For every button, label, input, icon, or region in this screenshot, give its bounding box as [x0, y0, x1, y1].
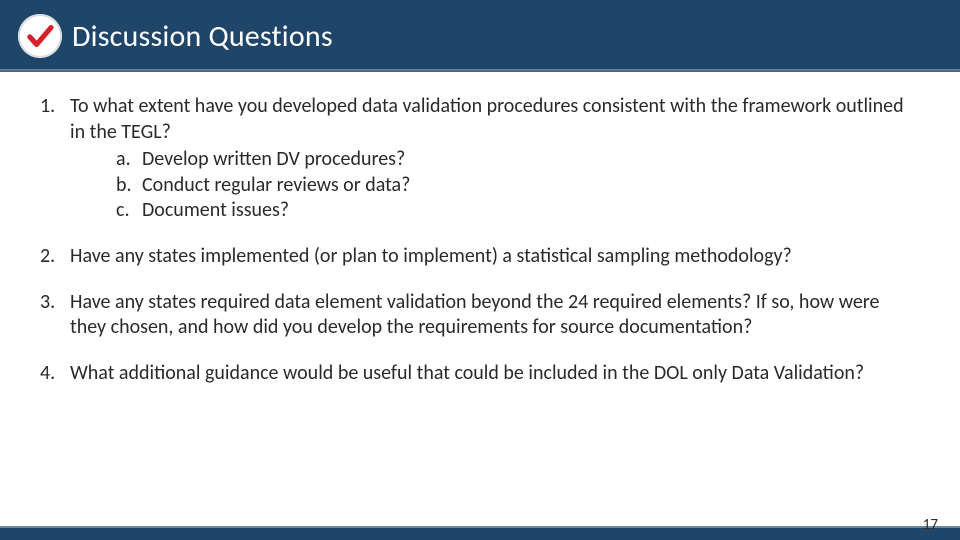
question-item: Have any states required data element va…	[40, 290, 920, 341]
slide-header: Discussion Questions	[0, 0, 960, 72]
sub-list: Develop written DV procedures? Conduct r…	[70, 147, 920, 224]
page-number: 17	[923, 516, 938, 534]
sub-item: Conduct regular reviews or data?	[116, 173, 920, 199]
question-text: Have any states implemented (or plan to …	[70, 244, 792, 268]
sub-item: Develop written DV procedures?	[116, 147, 920, 173]
question-text: Have any states required data element va…	[70, 290, 879, 340]
slide-body: To what extent have you developed data v…	[0, 72, 960, 526]
question-item: What additional guidance would be useful…	[40, 361, 920, 387]
slide-title: Discussion Questions	[72, 18, 333, 55]
slide: Discussion Questions To what extent have…	[0, 0, 960, 540]
check-icon	[18, 14, 62, 58]
question-item: To what extent have you developed data v…	[40, 94, 920, 224]
sub-item: Document issues?	[116, 198, 920, 224]
question-text: To what extent have you developed data v…	[70, 94, 904, 144]
question-item: Have any states implemented (or plan to …	[40, 244, 920, 270]
question-text: What additional guidance would be useful…	[70, 361, 864, 385]
question-list: To what extent have you developed data v…	[40, 94, 920, 386]
footer-bar	[0, 526, 960, 540]
